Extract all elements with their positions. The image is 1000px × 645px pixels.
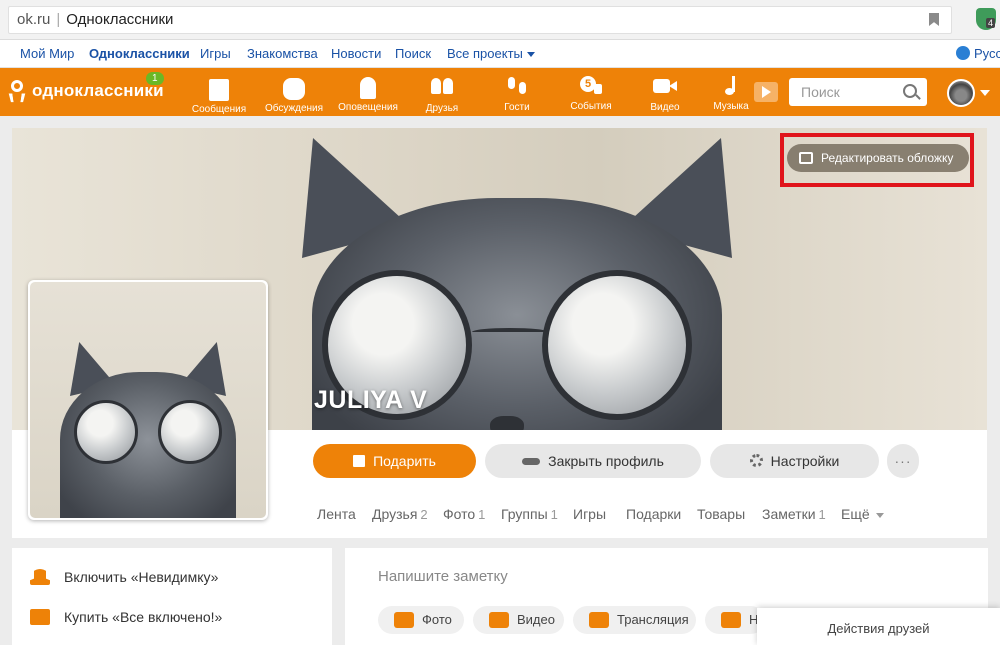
nav-link-news[interactable]: Новости <box>331 46 381 61</box>
tab-feed[interactable]: Лента <box>317 506 356 522</box>
friends-actions-panel[interactable]: Действия друзей <box>757 608 1000 645</box>
chip-broadcast[interactable]: Трансляция <box>573 606 696 634</box>
bookmark-icon[interactable] <box>929 13 939 26</box>
glasses-icon <box>522 458 541 465</box>
chip-more[interactable]: Н <box>705 606 765 634</box>
nav-events[interactable]: События <box>558 76 624 112</box>
chevron-down-icon[interactable] <box>980 90 990 96</box>
nav-discussions[interactable]: Обсуждения <box>261 76 327 114</box>
tab-notes[interactable]: Заметки 1 <box>762 506 826 522</box>
search-input[interactable] <box>789 78 899 106</box>
footprints-icon <box>508 77 526 99</box>
tab-more[interactable]: Ещё <box>841 506 884 522</box>
video-camera-icon <box>489 612 509 628</box>
search-icon[interactable] <box>903 84 917 98</box>
envelope-icon <box>209 79 229 101</box>
extension-shield-icon[interactable]: 4 <box>974 8 1000 32</box>
nav-link-moy-mir[interactable]: Мой Мир <box>20 46 74 61</box>
video-camera-icon <box>653 77 677 99</box>
nav-link-odnoklassniki[interactable]: Одноклассники <box>89 46 190 61</box>
notification-badge: 1 <box>146 72 164 85</box>
edit-cover-button[interactable]: Редактировать обложку <box>787 144 969 172</box>
broadcast-icon <box>589 612 609 628</box>
play-icon[interactable] <box>754 82 778 102</box>
nav-link-all-projects[interactable]: Все проекты <box>447 46 535 61</box>
nav-friends[interactable]: Друзья <box>409 76 475 114</box>
sidebar-item-invisible[interactable]: Включить «Невидимку» <box>30 569 218 585</box>
events-icon <box>580 76 602 98</box>
url-text: ok.ru <box>17 11 51 28</box>
browser-address-bar: ok.ru | Одноклассники 4 <box>0 0 1000 40</box>
profile-cat-illustration <box>60 342 236 518</box>
tab-gifts[interactable]: Подарки <box>626 506 681 522</box>
bell-icon <box>360 77 376 99</box>
nav-link-search[interactable]: Поиск <box>395 46 431 61</box>
tab-photos[interactable]: Фото 1 <box>443 506 485 522</box>
projects-nav: Мой Мир Одноклассники Игры Знакомства Но… <box>0 40 1000 68</box>
left-sidebar: Включить «Невидимку» Купить «Все включен… <box>12 548 332 645</box>
sidebar-item-all-inclusive[interactable]: Купить «Все включено!» <box>30 609 222 625</box>
nav-notifications[interactable]: Оповещения <box>335 76 401 113</box>
image-edit-icon <box>799 152 813 164</box>
profile-name: JULIYA V <box>314 386 428 414</box>
gift-icon <box>353 455 366 467</box>
nav-messages[interactable]: Сообщения <box>186 76 252 115</box>
search-box <box>789 78 927 106</box>
extension-badge: 4 <box>986 18 996 28</box>
tab-goods[interactable]: Товары <box>697 506 745 522</box>
settings-button[interactable]: Настройки <box>710 444 879 478</box>
language-switch[interactable]: Русс <box>974 46 1000 61</box>
note-input[interactable]: Напишите заметку <box>378 568 508 585</box>
chat-bubble-icon <box>283 78 305 100</box>
ok-logo-text[interactable]: одноклассники <box>32 81 164 101</box>
more-options-button[interactable]: ··· <box>887 444 919 478</box>
music-note-icon <box>723 76 739 98</box>
tab-groups[interactable]: Группы 1 <box>501 506 558 522</box>
ok-logo-icon[interactable] <box>8 80 26 104</box>
profile-card: JULIYA V Редактировать обложку Подарить … <box>12 128 987 538</box>
globe-icon <box>956 46 970 60</box>
url-field[interactable]: ok.ru | Одноклассники <box>8 6 952 34</box>
nav-guests[interactable]: Гости <box>484 76 550 113</box>
profile-photo[interactable] <box>28 280 268 520</box>
chevron-down-icon <box>526 52 535 58</box>
camera-icon <box>394 612 414 628</box>
tab-friends[interactable]: Друзья 2 <box>372 506 428 522</box>
gift-button[interactable]: Подарить <box>313 444 476 478</box>
smiley-icon <box>721 612 741 628</box>
nav-video[interactable]: Видео <box>632 76 698 113</box>
nav-link-dating[interactable]: Знакомства <box>247 46 318 61</box>
page-title-text: Одноклассники <box>66 11 174 28</box>
tab-games[interactable]: Игры <box>573 506 606 522</box>
user-avatar[interactable] <box>947 79 975 107</box>
chevron-down-icon <box>875 512 884 518</box>
friends-icon <box>431 78 453 100</box>
hat-icon <box>30 569 50 585</box>
chip-photo[interactable]: Фото <box>378 606 464 634</box>
nav-link-games[interactable]: Игры <box>200 46 231 61</box>
all-inclusive-icon <box>30 609 50 625</box>
gear-icon <box>749 454 763 467</box>
chip-video[interactable]: Видео <box>473 606 564 634</box>
close-profile-button[interactable]: Закрыть профиль <box>485 444 701 478</box>
